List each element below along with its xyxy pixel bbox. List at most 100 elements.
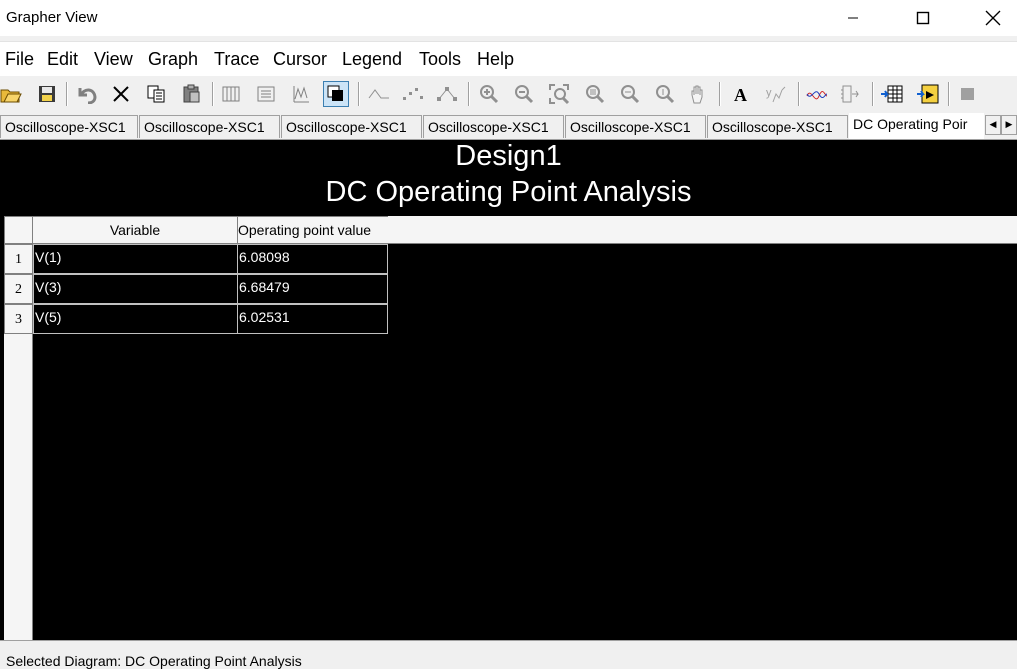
table-cell-variable[interactable]: V(1) [33, 244, 238, 274]
copy-button[interactable] [143, 81, 169, 107]
table-cell-value[interactable]: 6.68479 [237, 274, 388, 304]
export-excel-button[interactable] [879, 81, 905, 107]
zoom-y-icon [656, 85, 675, 104]
row-header[interactable]: 3 [4, 304, 33, 334]
label-button[interactable]: y [763, 81, 789, 107]
chevron-right-icon: ▶ [1005, 120, 1013, 130]
text-icon: A [734, 85, 747, 104]
svg-text:A: A [734, 85, 747, 104]
menu-legend[interactable]: Legend [342, 49, 402, 70]
tab-scroll-left-button[interactable]: ◀ [985, 115, 1001, 135]
status-bar: Selected Diagram: DC Operating Point Ana… [0, 640, 1017, 669]
delete-button[interactable] [108, 81, 134, 107]
chevron-left-icon: ◀ [989, 120, 997, 130]
cursor-button[interactable] [366, 81, 392, 107]
menu-view[interactable]: View [94, 49, 133, 70]
maximize-button[interactable] [900, 0, 946, 36]
excel-export-icon [881, 85, 903, 103]
tab-oscilloscope-3[interactable]: Oscilloscope-XSC1 [281, 115, 422, 138]
zoom-x-icon [621, 85, 640, 104]
save-icon [39, 86, 55, 102]
tab-oscilloscope-2[interactable]: Oscilloscope-XSC1 [139, 115, 280, 138]
tab-oscilloscope-6[interactable]: Oscilloscope-XSC1 [707, 115, 848, 138]
tab-dc-operating-point[interactable]: DC Operating Poir [849, 113, 984, 139]
pan-button[interactable] [686, 81, 712, 107]
zoom-area-button[interactable] [546, 81, 572, 107]
chart-properties-button[interactable] [288, 81, 314, 107]
data-markers-icon [437, 87, 457, 101]
tab-scroll-right-button[interactable]: ▶ [1001, 115, 1017, 135]
svg-text:y: y [766, 87, 772, 99]
undo-button[interactable] [74, 81, 100, 107]
overlay-traces-button[interactable] [804, 81, 830, 107]
legend-icon [257, 86, 275, 102]
save-button[interactable] [34, 81, 60, 107]
labview-export-icon [917, 84, 939, 104]
tab-oscilloscope-4[interactable]: Oscilloscope-XSC1 [423, 115, 564, 138]
zoom-y-button[interactable] [651, 81, 677, 107]
header-filler [388, 216, 1017, 244]
table-cell-value[interactable]: 6.08098 [237, 244, 388, 274]
label-icon: y [766, 86, 786, 103]
column-header-variable[interactable]: Variable [32, 216, 238, 244]
close-button[interactable] [970, 0, 1016, 36]
row-header[interactable]: 2 [4, 274, 33, 304]
results-table: Variable Operating point value 1 V(1) 6.… [4, 216, 1017, 640]
zoom-in-button[interactable] [476, 81, 502, 107]
menu-graph[interactable]: Graph [148, 49, 198, 70]
export-button[interactable] [838, 81, 864, 107]
graph-panel[interactable]: Design1 DC Operating Point Analysis Vari… [0, 140, 1017, 640]
zoom-out-button[interactable] [511, 81, 537, 107]
data-points-icon [403, 88, 423, 100]
maximize-icon [916, 11, 930, 25]
undo-icon [78, 88, 97, 104]
row-header-filler [4, 334, 33, 640]
export-icon [841, 85, 859, 103]
tab-oscilloscope-1[interactable]: Oscilloscope-XSC1 [0, 115, 138, 138]
table-cell-value[interactable]: 6.02531 [237, 304, 388, 334]
zoom-x-button[interactable] [616, 81, 642, 107]
minimize-icon [848, 17, 858, 19]
open-folder-icon [0, 89, 22, 103]
chart-icon [293, 86, 309, 103]
graph-title: Design1 [455, 140, 562, 172]
hand-icon [691, 85, 703, 104]
stop-icon [961, 88, 974, 100]
cut-icon [113, 86, 129, 102]
zoom-full-button[interactable] [581, 81, 607, 107]
paste-button[interactable] [178, 81, 204, 107]
menu-cursor[interactable]: Cursor [273, 49, 327, 70]
table-corner[interactable] [4, 216, 33, 244]
zoom-full-icon [586, 85, 605, 104]
menu-file[interactable]: File [5, 49, 34, 70]
grid-button[interactable] [218, 81, 244, 107]
table-cell-variable[interactable]: V(5) [33, 304, 238, 334]
tab-oscilloscope-5[interactable]: Oscilloscope-XSC1 [565, 115, 706, 138]
data-markers-button[interactable] [435, 81, 461, 107]
zoom-out-icon [515, 85, 534, 104]
menu-bar: File Edit View Graph Trace Cursor Legend… [0, 41, 1017, 76]
text-button[interactable]: A [728, 81, 754, 107]
window-title: Grapher View [6, 9, 98, 26]
close-icon [985, 10, 1001, 26]
menu-tools[interactable]: Tools [419, 49, 461, 70]
minimize-button[interactable] [830, 0, 876, 36]
tab-strip: Oscilloscope-XSC1 Oscilloscope-XSC1 Osci… [0, 113, 1017, 140]
title-bar: Grapher View [0, 0, 1017, 36]
menu-help[interactable]: Help [477, 49, 514, 70]
reverse-colors-button[interactable] [323, 81, 349, 107]
stop-button[interactable] [955, 81, 981, 107]
zoom-in-icon [480, 85, 499, 104]
paste-icon [183, 84, 200, 103]
menu-trace[interactable]: Trace [214, 49, 259, 70]
export-labview-button[interactable] [915, 81, 941, 107]
legend-button[interactable] [253, 81, 279, 107]
row-header[interactable]: 1 [4, 244, 33, 274]
column-header-value[interactable]: Operating point value [237, 216, 389, 244]
status-text: Selected Diagram: DC Operating Point Ana… [6, 653, 302, 669]
data-points-button[interactable] [400, 81, 426, 107]
table-cell-variable[interactable]: V(3) [33, 274, 238, 304]
menu-edit[interactable]: Edit [47, 49, 78, 70]
zoom-area-icon [549, 84, 570, 105]
open-button[interactable] [0, 81, 24, 107]
